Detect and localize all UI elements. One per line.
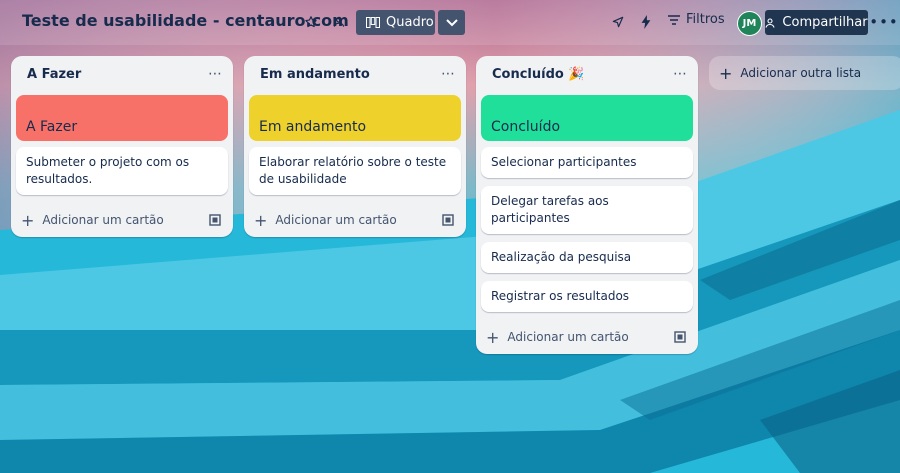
list-concluido: Concluído 🎉 ⋯ Concluído Selecionar parti… — [476, 56, 698, 354]
add-card-label: Adicionar um cartão — [42, 213, 164, 227]
card[interactable]: Realização da pesquisa — [481, 242, 693, 273]
filters-label: Filtros — [686, 12, 725, 27]
list-footer: + Adicionar um cartão — [244, 203, 466, 237]
list-a-fazer: A Fazer ⋯ A Fazer Submeter o projeto com… — [11, 56, 233, 237]
list-title[interactable]: Concluído 🎉 — [492, 67, 585, 82]
star-button[interactable] — [302, 13, 320, 31]
rocket-icon — [612, 16, 624, 28]
template-icon[interactable] — [442, 214, 454, 226]
add-card-label: Adicionar um cartão — [507, 330, 629, 344]
add-list-label: Adicionar outra lista — [740, 66, 862, 80]
board-menu-button[interactable]: ••• — [869, 13, 898, 31]
share-label: Compartilhar — [782, 15, 868, 30]
list-cover-card[interactable]: Em andamento — [249, 95, 461, 141]
list-footer: + Adicionar um cartão — [11, 203, 233, 237]
list-title[interactable]: Em andamento — [260, 67, 370, 82]
card[interactable]: Delegar tarefas aos participantes — [481, 186, 693, 234]
add-member-icon — [765, 17, 775, 28]
card[interactable]: Elaborar relatório sobre o teste de usab… — [249, 147, 461, 195]
add-card-button[interactable]: + Adicionar um cartão — [254, 211, 397, 230]
board-title[interactable]: Teste de usabilidade - centauro.com — [22, 11, 349, 30]
power-ups-button[interactable] — [609, 13, 627, 31]
add-list-button[interactable]: + Adicionar outra lista — [709, 56, 900, 90]
cover-label: A Fazer — [26, 119, 78, 135]
chevron-down-icon — [445, 18, 458, 26]
people-icon — [333, 16, 345, 27]
add-card-button[interactable]: + Adicionar um cartão — [21, 211, 164, 230]
plus-icon: + — [254, 210, 268, 230]
list-cover-card[interactable]: Concluído — [481, 95, 693, 141]
lightning-icon — [641, 15, 651, 29]
list-cover-card[interactable]: A Fazer — [16, 95, 228, 141]
list-menu-button[interactable]: ⋯ — [673, 66, 688, 82]
list-header: Concluído 🎉 ⋯ — [476, 56, 698, 92]
plus-icon: + — [486, 327, 500, 347]
card[interactable]: Submeter o projeto com os resultados. — [16, 147, 228, 195]
list-title[interactable]: A Fazer — [27, 67, 81, 82]
board-header: Teste de usabilidade - centauro.com Quad… — [0, 0, 900, 45]
visibility-button[interactable] — [330, 13, 348, 31]
template-icon[interactable] — [209, 214, 221, 226]
plus-icon: + — [21, 210, 35, 230]
board-icon — [366, 16, 380, 28]
card[interactable]: Registrar os resultados — [481, 281, 693, 312]
cover-label: Concluído — [491, 119, 561, 135]
list-menu-button[interactable]: ⋯ — [441, 66, 456, 82]
card[interactable]: Selecionar participantes — [481, 147, 693, 178]
add-card-label: Adicionar um cartão — [275, 213, 397, 227]
add-card-button[interactable]: + Adicionar um cartão — [486, 328, 629, 347]
member-avatar[interactable]: JM — [737, 11, 762, 36]
view-switcher-button[interactable] — [438, 10, 465, 35]
filters-button[interactable]: Filtros — [668, 12, 725, 27]
plus-icon: + — [719, 63, 733, 83]
list-header: A Fazer ⋯ — [11, 56, 233, 92]
avatar-initials: JM — [742, 18, 757, 29]
share-button[interactable]: Compartilhar — [765, 10, 868, 35]
list-header: Em andamento ⋯ — [244, 56, 466, 92]
template-icon[interactable] — [674, 331, 686, 343]
list-em-andamento: Em andamento ⋯ Em andamento Elaborar rel… — [244, 56, 466, 237]
star-icon — [305, 16, 317, 28]
list-footer: + Adicionar um cartão — [476, 320, 698, 354]
board-view-label: Quadro — [386, 15, 434, 30]
cover-label: Em andamento — [259, 119, 367, 135]
board-view-button[interactable]: Quadro — [356, 10, 435, 35]
automation-button[interactable] — [637, 13, 655, 31]
list-menu-button[interactable]: ⋯ — [208, 66, 223, 82]
filter-icon — [668, 14, 680, 25]
more-icon: ••• — [869, 13, 899, 31]
